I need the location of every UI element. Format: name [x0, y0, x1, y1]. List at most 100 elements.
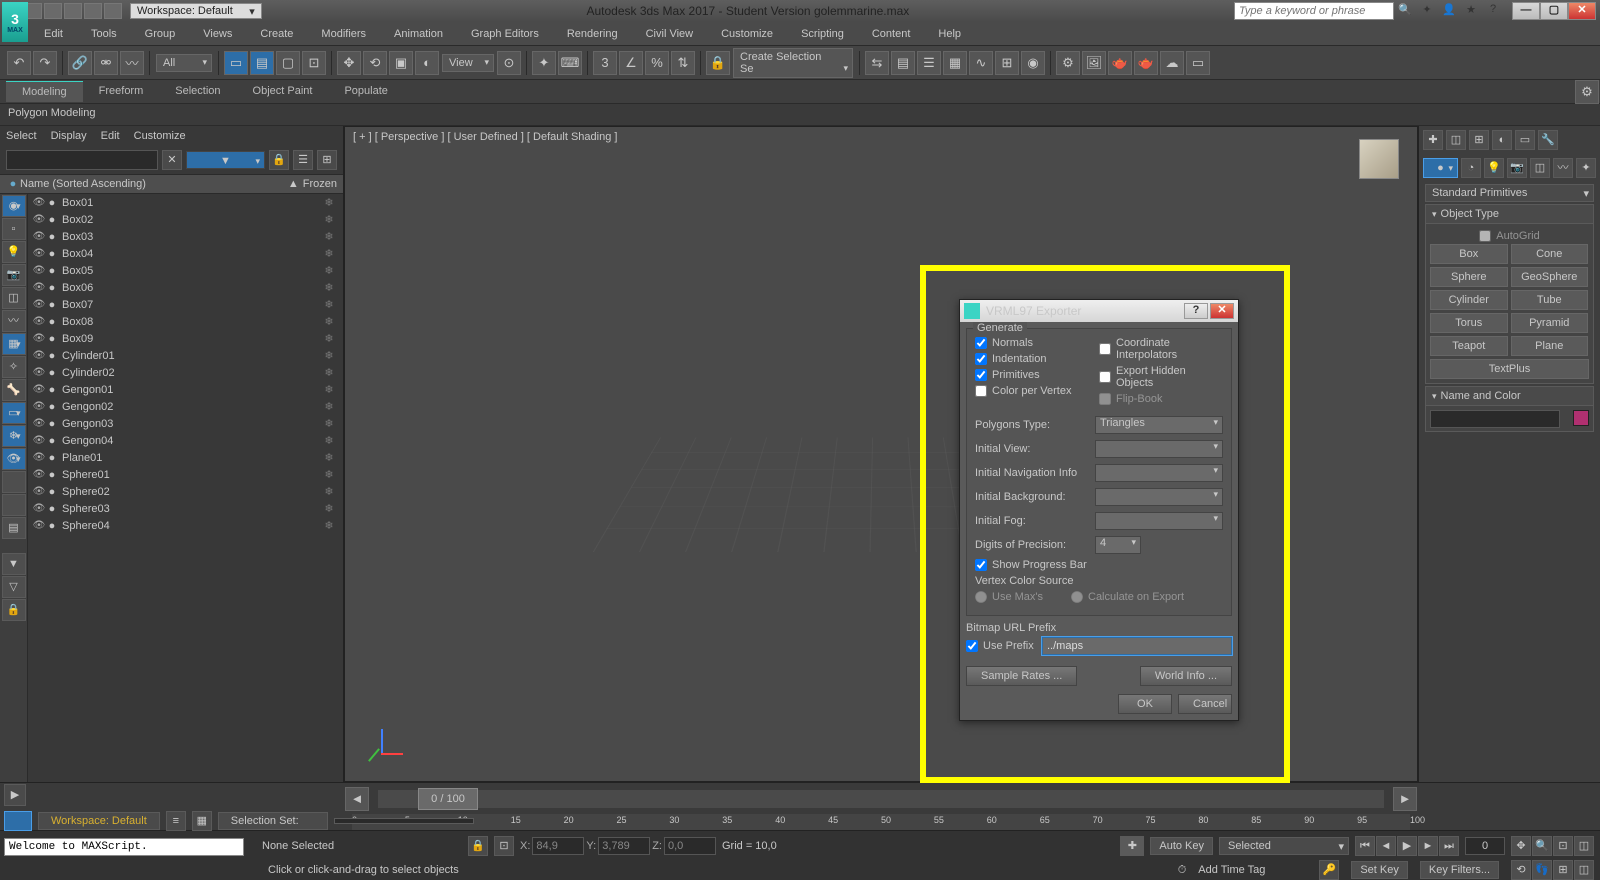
btn-cancel[interactable]: Cancel	[1178, 694, 1232, 714]
coord-z[interactable]	[664, 837, 716, 855]
list-item[interactable]: 👁●Box05❄	[28, 262, 343, 279]
search-icon[interactable]: 🔍	[1397, 3, 1413, 19]
isolate-icon[interactable]: ⊡	[494, 836, 514, 856]
menu-civil-view[interactable]: Civil View	[632, 24, 707, 44]
qat-redo-icon[interactable]	[84, 3, 102, 19]
visibility-icon[interactable]: 👁	[32, 282, 46, 293]
mirror-icon[interactable]: ⇆	[865, 51, 889, 75]
list-item[interactable]: 👁●Cylinder02❄	[28, 364, 343, 381]
a360-icon[interactable]: ☁	[1160, 51, 1184, 75]
nav-orbit-icon[interactable]: ⟲	[1511, 860, 1531, 880]
qat-save-icon[interactable]	[44, 3, 62, 19]
visibility-icon[interactable]: 👁	[32, 333, 46, 344]
primitive-category-dropdown[interactable]: Standard Primitives	[1425, 184, 1594, 202]
dd-initnav[interactable]	[1095, 464, 1223, 482]
shapes-cat-icon[interactable]: ◔	[1461, 158, 1481, 178]
list-item[interactable]: 👁●Gengon04❄	[28, 432, 343, 449]
list-item[interactable]: 👁●Box04❄	[28, 245, 343, 262]
object-name-input[interactable]	[1430, 410, 1560, 428]
manipulate-icon[interactable]: ✦	[532, 51, 556, 75]
dd-polytype[interactable]: Triangles	[1095, 416, 1223, 434]
list-item[interactable]: 👁●Box09❄	[28, 330, 343, 347]
cameras-cat-icon[interactable]: 📷	[1507, 158, 1527, 178]
minimize-button[interactable]: —	[1512, 2, 1540, 20]
prim-torus[interactable]: Torus	[1430, 313, 1508, 333]
workspace-dropdown[interactable]: Workspace: Default	[130, 3, 262, 19]
filter-blank1-icon[interactable]	[2, 471, 26, 493]
list-item[interactable]: 👁●Plane01❄	[28, 449, 343, 466]
frozen-icon[interactable]: ❄	[319, 434, 339, 447]
select-object-icon[interactable]: ▭	[224, 51, 248, 75]
frozen-icon[interactable]: ❄	[319, 451, 339, 464]
viewport[interactable]: [ + ] [ Perspective ] [ User Defined ] […	[344, 126, 1418, 782]
helpers-cat-icon[interactable]: ◫	[1530, 158, 1550, 178]
keyboard-icon[interactable]: ⌨	[558, 51, 582, 75]
filter-bone-icon[interactable]: 🦴	[2, 379, 26, 401]
goto-end-icon[interactable]: ⏭	[1439, 836, 1459, 856]
filter-frozen-icon[interactable]: ❄	[2, 425, 26, 447]
nav-min-icon[interactable]: ◫	[1574, 860, 1594, 880]
nav-fov-icon[interactable]: ◫	[1574, 836, 1594, 856]
ribbon-tab-modeling[interactable]: Modeling	[6, 81, 83, 102]
visibility-icon[interactable]: 👁	[32, 503, 46, 514]
list-item[interactable]: 👁●Gengon01❄	[28, 381, 343, 398]
dd-initview[interactable]	[1095, 440, 1223, 458]
undo-icon[interactable]: ↶	[7, 51, 31, 75]
chk-use-prefix[interactable]: Use Prefix	[966, 638, 1042, 654]
modify-tab-icon[interactable]: ◫	[1446, 130, 1466, 150]
prim-box[interactable]: Box	[1430, 244, 1508, 264]
frozen-icon[interactable]: ❄	[319, 230, 339, 243]
menu-edit[interactable]: Edit	[30, 24, 77, 44]
timeline-next-icon[interactable]: ►	[1393, 787, 1417, 811]
visibility-icon[interactable]: 👁	[32, 316, 46, 327]
lights-cat-icon[interactable]: 💡	[1484, 158, 1504, 178]
dialog-help-button[interactable]: ?	[1184, 303, 1208, 319]
filter-space-icon[interactable]: 〰	[2, 310, 26, 332]
time-slider[interactable]: 0 / 100	[378, 790, 1384, 808]
coord-y[interactable]	[598, 837, 650, 855]
setkey-button[interactable]: Set Key	[1351, 861, 1408, 879]
menu-views[interactable]: Views	[189, 24, 246, 44]
autokey-toggle-icon[interactable]: ✚	[1120, 836, 1144, 856]
chk-flipbook[interactable]: Flip-Book	[1099, 391, 1223, 407]
maximize-button[interactable]: ▢	[1540, 2, 1568, 20]
window-crossing-icon[interactable]: ⊡	[302, 51, 326, 75]
chk-export-hidden[interactable]: Export Hidden Objects	[1099, 363, 1223, 391]
link-icon[interactable]: 🔗	[68, 51, 92, 75]
render-icon[interactable]: 🫖	[1108, 51, 1132, 75]
filter-camera-icon[interactable]: 📷	[2, 264, 26, 286]
scene-search-input[interactable]	[6, 150, 158, 170]
btn-sample-rates[interactable]: Sample Rates ...	[966, 666, 1077, 686]
hierarchy-tab-icon[interactable]: ⊞	[1469, 130, 1489, 150]
ref-coord-dropdown[interactable]: View	[442, 54, 494, 72]
list-item[interactable]: 👁●Sphere04❄	[28, 517, 343, 534]
bind-icon[interactable]: 〰	[120, 51, 144, 75]
rollout-name-color[interactable]: Name and Color	[1425, 386, 1594, 406]
dialog-close-button[interactable]: ✕	[1210, 303, 1234, 319]
list-item[interactable]: 👁●Box02❄	[28, 211, 343, 228]
visibility-icon[interactable]: 👁	[32, 418, 46, 429]
snap-toggle-icon[interactable]: 3	[593, 51, 617, 75]
utilities-tab-icon[interactable]: 🔧	[1538, 130, 1558, 150]
keyfilters-button[interactable]: Key Filters...	[1420, 861, 1499, 879]
frozen-icon[interactable]: ❄	[319, 213, 339, 226]
filter-icon[interactable]: ▼	[186, 151, 265, 169]
prompt-toggle-icon[interactable]	[4, 811, 32, 831]
list-item[interactable]: 👁●Box01❄	[28, 194, 343, 211]
dd-digits[interactable]: 4	[1095, 536, 1141, 554]
spinner-snap-icon[interactable]: ⇅	[671, 51, 695, 75]
visibility-icon[interactable]: 👁	[32, 401, 46, 412]
dd-initbg[interactable]	[1095, 488, 1223, 506]
favorites-icon[interactable]: ★	[1463, 3, 1479, 19]
prev-frame-icon[interactable]: ◄	[1376, 836, 1396, 856]
sort-icon[interactable]: ⊞	[317, 150, 337, 170]
curve-editor-icon[interactable]: ∿	[969, 51, 993, 75]
visibility-icon[interactable]: 👁	[32, 197, 46, 208]
schematic-icon[interactable]: ⊞	[995, 51, 1019, 75]
scene-menu-select[interactable]: Select	[6, 130, 37, 142]
rotate-icon[interactable]: ⟲	[363, 51, 387, 75]
visibility-icon[interactable]: 👁	[32, 384, 46, 395]
select-name-icon[interactable]: ▤	[250, 51, 274, 75]
filter-blank2-icon[interactable]	[2, 494, 26, 516]
frozen-icon[interactable]: ❄	[319, 502, 339, 515]
